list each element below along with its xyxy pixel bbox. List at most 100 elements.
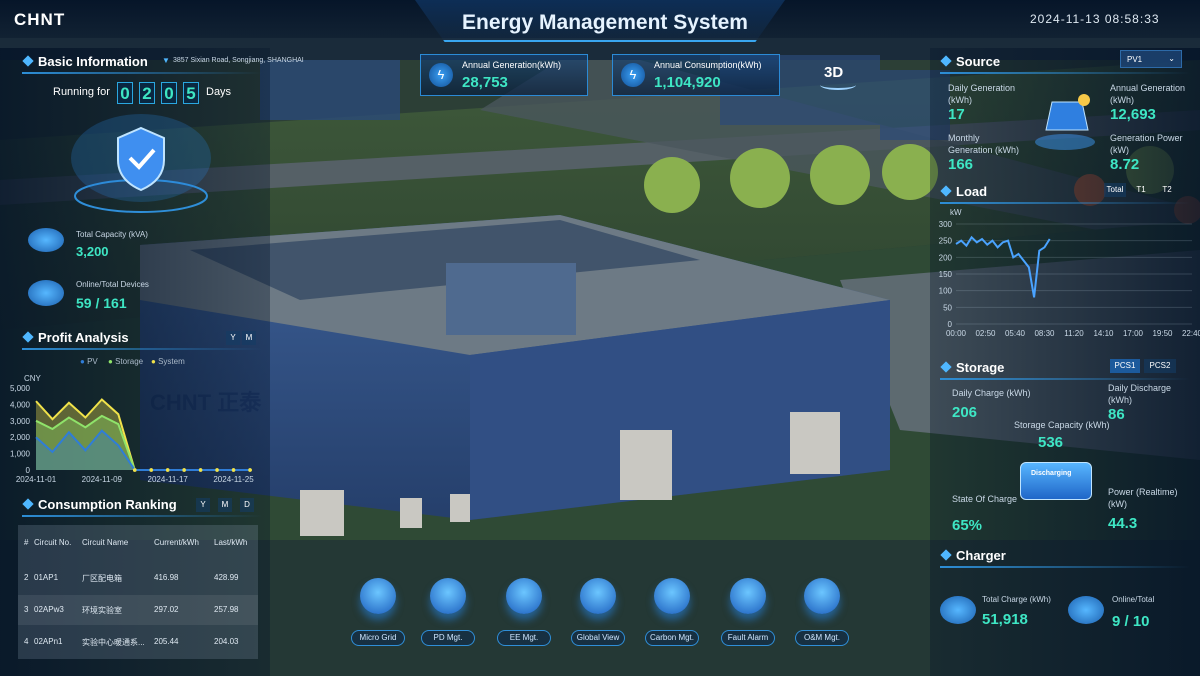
storage-tab-pcs2[interactable]: PCS2 <box>1144 359 1176 373</box>
legend-storage: ● Storage <box>108 357 144 366</box>
storage-tab-pcs1[interactable]: PCS1 <box>1110 359 1140 373</box>
generation-power-value: 8.72 <box>1110 156 1140 173</box>
daily-charge-value: 206 <box>952 404 978 421</box>
profit-x-tick: 2024-11-17 <box>148 475 189 484</box>
table-cell: 205.44 <box>154 637 179 646</box>
running-days-digit: 0 <box>161 82 177 104</box>
table-row[interactable]: 3 02APw3 环境实验室 297.02 257.98 <box>18 595 258 625</box>
profit-toggle-year[interactable]: Y <box>226 331 240 345</box>
ranking-toggle-month[interactable]: M <box>218 498 232 512</box>
nav-label: Micro Grid <box>351 630 405 646</box>
table-cell: 厂区配电箱 <box>82 574 122 583</box>
nav-icon <box>654 578 690 614</box>
ranking-table: # Circuit No. Circuit Name Current/kWh L… <box>18 525 258 659</box>
storage-status: Discharging <box>1031 470 1072 477</box>
shield-check-icon <box>71 114 211 213</box>
load-tab-t1[interactable]: T1 <box>1130 183 1152 197</box>
battery-charge-icon <box>940 596 976 624</box>
devices-value: 59 / 161 <box>76 295 127 311</box>
battery-cabinet-icon: Discharging <box>1020 462 1092 500</box>
table-cell: 4 <box>24 637 29 646</box>
running-days-digit: 2 <box>139 82 155 104</box>
table-cell: 416.98 <box>154 573 179 582</box>
profit-x-tick: 2024-11-01 <box>16 475 57 484</box>
load-y-tick: 50 <box>943 303 952 312</box>
profit-toggle-month[interactable]: M <box>242 331 256 345</box>
section-divider <box>940 566 1190 568</box>
load-y-tick: 100 <box>939 287 953 296</box>
view-3d-button[interactable]: 3D <box>824 64 843 81</box>
site-address: 3857 Sixian Road, Songjiang, SHANGHAI <box>173 57 304 64</box>
table-cell: 3 <box>24 605 29 614</box>
profit-area-pv <box>36 430 250 470</box>
charger-title: Charger <box>940 548 1006 563</box>
nav-button-fault-alarm[interactable]: Fault Alarm <box>721 578 775 650</box>
capacity-icon <box>28 228 64 252</box>
load-tab-t2[interactable]: T2 <box>1156 183 1178 197</box>
load-x-tick: 14:10 <box>1093 329 1114 338</box>
load-line-total <box>955 235 1051 298</box>
devices-icon <box>28 280 64 306</box>
daily-generation-label: Daily Generation (kWh) <box>948 83 1016 105</box>
section-divider <box>940 72 1190 74</box>
ranking-title: Consumption Ranking <box>22 497 177 512</box>
profit-point <box>231 468 236 472</box>
nav-button-carbon-mgt[interactable]: Carbon Mgt. <box>645 578 699 650</box>
lightning-icon: ϟ <box>621 63 645 87</box>
table-cell: 204.03 <box>214 637 239 646</box>
load-x-tick: 17:00 <box>1123 329 1144 338</box>
nav-button-global-view[interactable]: Global View <box>571 578 625 650</box>
annual-consumption-card: ϟ Annual Consumption(kWh) 1,104,920 <box>612 54 780 96</box>
daily-discharge-label: Daily Discharge (kWh) <box>1108 383 1172 405</box>
charger-online-value: 9 / 10 <box>1112 613 1150 630</box>
annual-generation-value: 28,753 <box>462 74 508 91</box>
profit-y-tick: 1,000 <box>10 450 31 459</box>
table-row[interactable]: 4 02APn1 实验中心暖通系... 205.44 204.03 <box>18 627 258 657</box>
legend-pv: ● PV <box>80 357 98 366</box>
nav-button-ee-mgt[interactable]: EE Mgt. <box>497 578 551 650</box>
nav-icon <box>804 578 840 614</box>
nav-button-pd-mgt[interactable]: PD Mgt. <box>421 578 475 650</box>
ranking-toggle-day[interactable]: D <box>240 498 254 512</box>
nav-label: Carbon Mgt. <box>645 630 699 646</box>
load-tab-total[interactable]: Total <box>1104 183 1126 197</box>
solar-panel-icon <box>1035 94 1095 150</box>
annual-source-generation-value: 12,693 <box>1110 106 1156 123</box>
nav-label: Global View <box>571 630 625 646</box>
ranking-toggle-year[interactable]: Y <box>196 498 210 512</box>
annual-generation-card: ϟ Annual Generation(kWh) 28,753 <box>420 54 588 96</box>
running-suffix: Days <box>206 86 232 98</box>
page-title: Energy Management System <box>462 11 748 34</box>
nav-label: O&M Mgt. <box>795 630 849 646</box>
devices-label: Online/Total Devices <box>76 280 149 289</box>
load-x-tick: 22:40 <box>1182 329 1200 338</box>
brand-logo[interactable]: CHNT <box>14 10 65 30</box>
profit-y-tick: 2,000 <box>10 433 31 442</box>
monthly-generation-value: 166 <box>948 156 974 173</box>
running-days-digit: 0 <box>117 82 133 104</box>
capacity-value: 3,200 <box>76 244 109 259</box>
profit-title: Profit Analysis <box>22 330 129 345</box>
datetime: 2024-11-13 08:58:33 <box>1030 12 1160 26</box>
source-title: Source <box>940 54 1000 69</box>
table-cell: 实验中心暖通系... <box>82 638 145 647</box>
daily-discharge-value: 86 <box>1108 406 1125 423</box>
state-of-charge-label: State Of Charge <box>952 494 1018 504</box>
running-days-digit: 5 <box>183 82 199 104</box>
load-y-tick: 300 <box>939 220 953 229</box>
nav-button-micro-grid[interactable]: Micro Grid <box>351 578 405 650</box>
storage-capacity-label: Storage Capacity (kWh) <box>1014 420 1110 430</box>
rotate-icon <box>820 80 856 90</box>
load-x-tick: 11:20 <box>1064 329 1084 338</box>
profit-point <box>165 468 170 472</box>
table-row[interactable]: 2 01AP1 厂区配电箱 416.98 428.99 <box>18 563 258 593</box>
profit-point <box>132 468 137 472</box>
nav-button-o-m-mgt[interactable]: O&M Mgt. <box>795 578 849 650</box>
lightning-icon: ϟ <box>429 63 453 87</box>
profit-point <box>149 468 154 472</box>
profit-point <box>215 468 219 472</box>
source-select[interactable]: PV1 ⌄ <box>1120 50 1182 68</box>
nav-label: EE Mgt. <box>497 630 551 646</box>
nav-icon <box>430 578 466 614</box>
load-y-tick: 200 <box>939 253 953 262</box>
